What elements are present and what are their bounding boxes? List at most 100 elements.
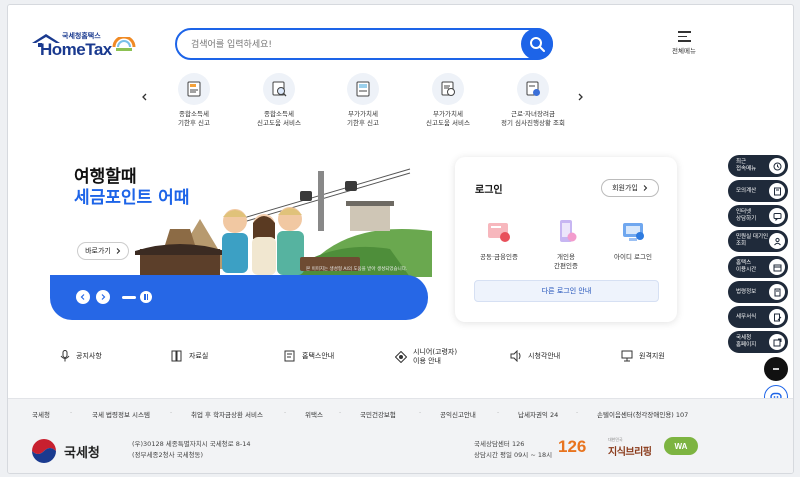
side-label: 조회 [736, 241, 747, 247]
form-edit-icon [769, 309, 785, 325]
simple-auth-option[interactable]: 개인용 간편인증 [534, 219, 598, 270]
info-remote-label: 원격지원 [639, 351, 665, 360]
call-126-badge[interactable]: 126 [558, 437, 586, 457]
speaker-icon [510, 350, 521, 362]
banner-controls [50, 275, 428, 320]
footer-link[interactable]: 손텔이음센터(청각장애인용) 107 [597, 409, 688, 419]
footer-separator: · [339, 409, 342, 417]
info-notice[interactable]: 공지사항 [60, 350, 102, 362]
chevron-left-icon [80, 294, 85, 300]
footer-separator: · [284, 409, 287, 417]
side-label: 홈택스 [736, 260, 752, 266]
info-audiovisual[interactable]: 시청각안내 [510, 350, 560, 362]
certificate-icon [488, 223, 510, 242]
cert-login-label: 공동·금융인증 [480, 253, 518, 261]
info-senior[interactable]: 시니어(고령자) 이용 안내 [395, 348, 457, 366]
simple-auth-label: 간편인증 [554, 261, 578, 270]
side-waiting-query[interactable]: 민원실 대기인 조회 [728, 230, 788, 252]
search-box [175, 28, 553, 60]
clock-icon [769, 158, 785, 174]
footer-separator: · [497, 409, 500, 417]
vat-help-icon [441, 81, 455, 96]
side-hours[interactable]: 홈택스 이용시간 [728, 256, 788, 278]
footer-separator: · [70, 409, 73, 417]
banner-progress-indicator [122, 296, 136, 299]
banner-go-button[interactable]: 바로가기 [77, 242, 129, 260]
banner-pause-button[interactable] [140, 291, 152, 303]
event-badge-icon [112, 37, 136, 51]
footer-link[interactable]: 공익신고안내 [440, 409, 476, 419]
side-label: 국세청 [736, 335, 752, 341]
side-label: 최근 [736, 159, 747, 165]
login-card: 로그인 회원가입 공동·금융인증 개인용 간편인증 아이디 로그인 다른 로그인… [455, 157, 677, 322]
calendar-icon [769, 259, 785, 275]
chevron-right-icon [578, 93, 583, 101]
quick-menu-item-5[interactable]: 근로·자녀장려금 정기 심사진행상황 조회 [483, 73, 583, 128]
side-tax-forms[interactable]: 세무서식 [728, 306, 788, 328]
info-senior-label: 이용 안내 [413, 357, 441, 365]
nts-name: 국세청 [64, 445, 100, 461]
side-law-info[interactable]: 법령정보 [728, 281, 788, 303]
footer-link[interactable]: 납세자권익 24 [518, 409, 558, 419]
info-library[interactable]: 자료실 [171, 350, 208, 362]
info-library-label: 자료실 [189, 351, 209, 360]
footer-link[interactable]: 국세청 [32, 409, 50, 419]
banner-next-button[interactable] [96, 290, 110, 304]
policy-big: 지식브리핑 [608, 447, 652, 458]
info-remote[interactable]: 원격지원 [621, 350, 665, 362]
info-audiovisual-label: 시청각안내 [528, 351, 561, 360]
quick-menu-next-button[interactable] [570, 87, 590, 107]
web-accessibility-badge[interactable]: WA [664, 437, 698, 455]
footer-link[interactable]: 취업 후 학자금상환 서비스 [191, 409, 263, 419]
info-guide-label: 홈택스안내 [302, 351, 335, 360]
law-book-icon [769, 284, 785, 300]
banner-prev-button[interactable] [76, 290, 90, 304]
external-link-icon [769, 334, 785, 350]
all-menu-button[interactable]: 전체메뉴 [668, 31, 700, 55]
policy-briefing-banner[interactable]: 대한민국 지식브리핑 [608, 437, 652, 458]
footer-separator: · [576, 409, 579, 417]
info-senior-label: 시니어(고령자) [413, 348, 458, 356]
join-label: 회원가입 [612, 184, 638, 192]
other-login-button[interactable]: 다른 로그인 안내 [474, 280, 659, 302]
footer-separator: · [170, 409, 173, 417]
cert-login-option[interactable]: 공동·금융인증 [467, 219, 531, 262]
collapse-side-button[interactable] [764, 357, 788, 381]
address-line: (우)30128 세종특별자치시 국세청로 8-14 [132, 440, 251, 448]
simple-auth-label: 개인용 [557, 253, 575, 261]
side-label: 민원실 대기인 [736, 234, 769, 240]
logo-title: HomeTax [40, 40, 112, 59]
side-label: 접속메뉴 [736, 166, 757, 172]
join-button[interactable]: 회원가입 [601, 179, 659, 197]
footer-call-center: 국세상담센터 126 상담시간 평일 09시 ~ 18시 [474, 439, 552, 461]
monitor-icon [621, 350, 633, 362]
queue-icon [769, 233, 785, 249]
nts-emblem-icon [32, 439, 56, 463]
side-simulation[interactable]: 모의계산 [728, 180, 788, 202]
id-login-icon [623, 223, 644, 241]
footer-address: (우)30128 세종특별자치시 국세청로 8-14 (정부세종2청사 국세청동… [132, 439, 250, 461]
info-guide[interactable]: 홈택스안내 [284, 350, 334, 362]
info-notice-label: 공지사항 [76, 351, 102, 360]
side-internet-consult[interactable]: 인터넷 상담하기 [728, 205, 788, 227]
chat-icon [769, 208, 785, 224]
side-label: 모의계산 [736, 187, 757, 194]
hometax-logo[interactable]: 국세청홈택스 HomeTax [32, 31, 142, 63]
footer-link[interactable]: 국세 법령정보 시스템 [92, 409, 150, 419]
vat-document-icon [356, 81, 370, 97]
banner-title-line2: 세금포인트 어때 [74, 188, 190, 208]
side-label: 홈페이지 [736, 342, 757, 348]
browser-page: 국세청홈택스 HomeTax 전체메뉴 종합소득세 기한후 신고 종합소득세 신… [7, 4, 794, 474]
footer-link[interactable]: 국민건강보험 [360, 409, 396, 419]
search-input[interactable] [191, 36, 511, 54]
login-title: 로그인 [475, 185, 503, 196]
side-recent-menu[interactable]: 최근 접속메뉴 [728, 155, 788, 177]
nts-logo[interactable]: 국세청 [30, 437, 100, 465]
chevron-right-icon [116, 248, 121, 254]
id-login-option[interactable]: 아이디 로그인 [601, 219, 665, 262]
side-nts-homepage[interactable]: 국세청 홈페이지 [728, 331, 788, 353]
call-center-label: 국세상담센터 126 [474, 440, 525, 448]
phone-auth-icon [560, 220, 577, 242]
search-button[interactable] [521, 28, 553, 60]
footer-link[interactable]: 위택스 [305, 409, 323, 419]
